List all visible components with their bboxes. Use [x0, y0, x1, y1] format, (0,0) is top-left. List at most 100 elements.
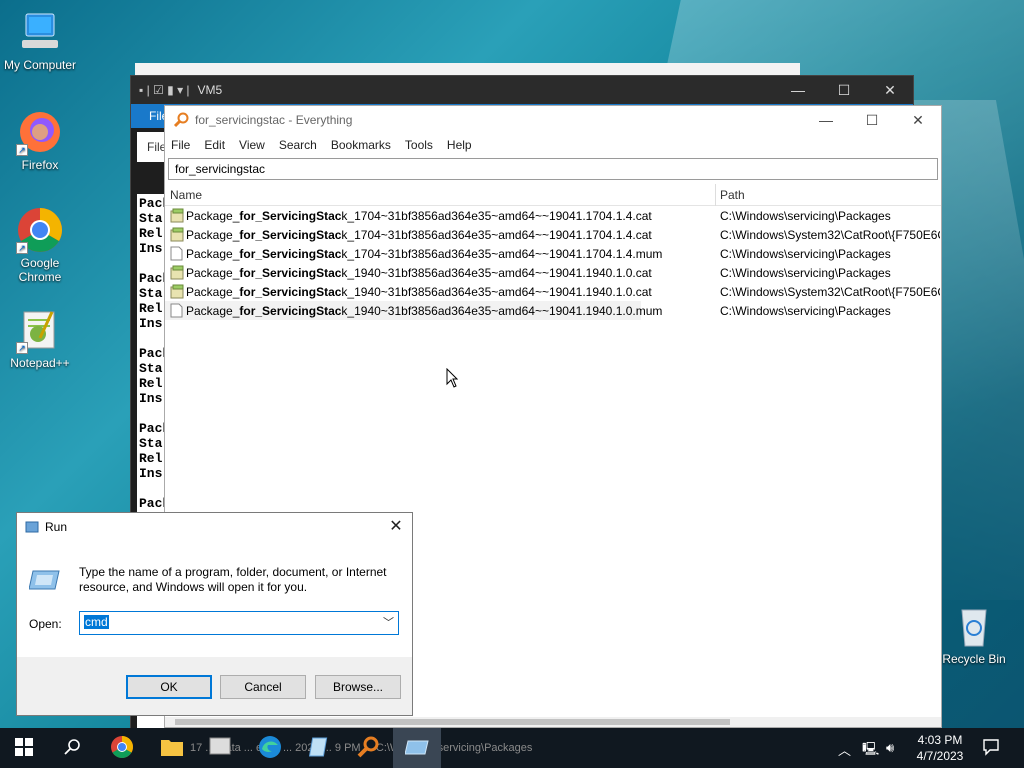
notepad-icon	[308, 736, 331, 761]
volume-icon[interactable]: 🔊︎	[886, 740, 894, 756]
column-path-header[interactable]: Path	[720, 188, 745, 202]
start-button[interactable]	[0, 728, 48, 768]
table-row[interactable]: Package_for_ServicingStack_1704~31bf3856…	[165, 206, 941, 225]
shortcut-arrow-icon: ↗	[16, 242, 28, 254]
file-name: Package_for_ServicingStack_1940~31bf3856…	[186, 266, 652, 280]
taskbar-edge[interactable]	[246, 728, 294, 768]
table-row[interactable]: Package_for_ServicingStack_1704~31bf3856…	[165, 225, 941, 244]
maximize-button[interactable]: ☐	[821, 76, 867, 104]
notification-icon[interactable]	[982, 738, 1000, 759]
file-icon	[170, 246, 183, 261]
file-name: Package_for_ServicingStack_1704~31bf3856…	[186, 247, 662, 261]
menu-help[interactable]: Help	[447, 138, 472, 152]
ok-button[interactable]: OK	[126, 675, 212, 699]
taskbar-chrome[interactable]	[98, 728, 146, 768]
mouse-cursor-icon	[446, 367, 459, 388]
table-row[interactable]: Package_for_ServicingStack_1940~31bf3856…	[165, 282, 941, 301]
desktop-icon-label: Firefox	[21, 158, 59, 172]
file-name-prefix: Package_	[186, 247, 240, 261]
table-row[interactable]: Package_for_ServicingStack_1940~31bf3856…	[165, 263, 941, 282]
windows-icon	[15, 737, 33, 759]
desktop-icon-recycle-bin[interactable]: Recycle Bin	[934, 602, 1014, 666]
catalog-file-icon	[170, 208, 184, 223]
menu-file[interactable]: File	[171, 138, 190, 152]
file-name-suffix: k_1940~31bf3856ad364e35~amd64~~19041.194…	[341, 285, 652, 299]
open-combobox[interactable]: cmd ﹀	[79, 611, 399, 635]
run-program-icon	[28, 565, 61, 593]
file-name-prefix: Package_	[186, 209, 240, 223]
shortcut-arrow-icon: ↗	[16, 144, 28, 156]
magnifier-icon	[356, 735, 380, 762]
computer-icon	[16, 8, 64, 56]
magnifier-icon	[173, 112, 189, 128]
desktop-icon-chrome[interactable]: ↗ Google Chrome	[0, 206, 80, 284]
run-icon	[404, 737, 429, 760]
file-path: C:\Windows\System32\CatRoot\{F750E6C	[720, 228, 940, 242]
minimize-button[interactable]: —	[775, 76, 821, 104]
desktop-icon-label: My Computer	[3, 58, 77, 72]
menu-search[interactable]: Search	[279, 138, 317, 152]
column-separator[interactable]	[715, 184, 716, 206]
chrome-icon: ↗	[16, 206, 64, 254]
run-dialog[interactable]: Run ✕ Type the name of a program, folder…	[16, 512, 413, 716]
quick-access-icons: ▪ | ☑ ▮ ▾ |	[139, 83, 190, 97]
scrollbar-thumb[interactable]	[175, 719, 730, 725]
search-input[interactable]: for_servicingstac	[168, 158, 938, 180]
firefox-icon: ↗	[16, 108, 64, 156]
file-name-suffix: k_1704~31bf3856ad364e35~amd64~~19041.170…	[341, 209, 652, 223]
menu-view[interactable]: View	[239, 138, 265, 152]
browse-button[interactable]: Browse...	[315, 675, 401, 699]
search-icon	[63, 738, 81, 759]
file-name-match: for_ServicingStac	[239, 285, 342, 299]
desktop-icon-firefox[interactable]: ↗ Firefox	[0, 108, 80, 172]
desktop-icon-label: Notepad++	[10, 356, 70, 370]
maximize-button[interactable]: ☐	[849, 106, 895, 134]
close-button[interactable]: ✕	[867, 76, 913, 104]
taskbar-notepad[interactable]	[296, 728, 344, 768]
taskbar-everything[interactable]	[344, 728, 392, 768]
notepadpp-icon: ↗	[16, 306, 64, 354]
file-path: C:\Windows\servicing\Packages	[720, 247, 891, 261]
menu-edit[interactable]: Edit	[204, 138, 225, 152]
clock-date: 4/7/2023	[916, 749, 964, 763]
file-path: C:\Windows\servicing\Packages	[720, 304, 891, 318]
background-window-title: VM5	[197, 83, 223, 97]
close-button[interactable]: ✕	[895, 106, 941, 134]
file-name-suffix: k_1704~31bf3856ad364e35~amd64~~19041.170…	[341, 247, 663, 261]
shortcut-arrow-icon: ↗	[16, 342, 28, 354]
horizontal-scrollbar[interactable]	[165, 717, 941, 727]
run-titlebar[interactable]: Run ✕	[17, 513, 412, 541]
menu-tools[interactable]: Tools	[405, 138, 433, 152]
taskbar: 17 ... Data ... eeds ... 2022 ... 9 PM .…	[0, 728, 1024, 768]
chevron-up-icon[interactable]: ︿	[838, 740, 851, 759]
cancel-button[interactable]: Cancel	[220, 675, 306, 699]
desktop-icon-label: Recycle Bin	[942, 652, 1006, 666]
desktop-icon-my-computer[interactable]: My Computer	[0, 8, 80, 72]
table-row[interactable]: Package_for_ServicingStack_1704~31bf3856…	[165, 244, 941, 263]
menu-bookmarks[interactable]: Bookmarks	[331, 138, 391, 152]
open-input-value[interactable]: cmd	[84, 615, 109, 629]
taskbar-file-explorer[interactable]	[148, 728, 196, 768]
close-button[interactable]: ✕	[380, 513, 412, 541]
run-icon	[25, 521, 39, 533]
taskbar-run[interactable]	[393, 728, 441, 768]
file-icon	[170, 303, 183, 318]
background-window-titlebar[interactable]: ▪ | ☑ ▮ ▾ | VM5 — ☐ ✕	[131, 76, 913, 104]
column-header: Name Path	[165, 184, 941, 206]
file-name-match: for_ServicingStac	[239, 228, 342, 242]
taskbar-app[interactable]	[196, 728, 244, 768]
desktop-icon-notepadpp[interactable]: ↗ Notepad++	[0, 306, 80, 370]
clock[interactable]: 4:03 PM 4/7/2023	[912, 732, 968, 764]
chevron-down-icon[interactable]: ﹀	[383, 614, 394, 630]
table-row[interactable]: Package_for_ServicingStack_1940~31bf3856…	[165, 301, 891, 320]
file-name-prefix: Package_	[186, 285, 240, 299]
network-icon[interactable]: 🖳	[862, 740, 879, 762]
search-button[interactable]	[48, 728, 96, 768]
catalog-file-icon	[170, 227, 184, 242]
file-name-match: for_ServicingStac	[239, 266, 342, 280]
column-name-header[interactable]: Name	[170, 188, 202, 202]
minimize-button[interactable]: —	[803, 106, 849, 134]
catalog-file-icon	[170, 265, 184, 280]
open-label: Open:	[29, 617, 62, 631]
everything-titlebar[interactable]: for_servicingstac - Everything — ☐ ✕	[165, 106, 941, 134]
